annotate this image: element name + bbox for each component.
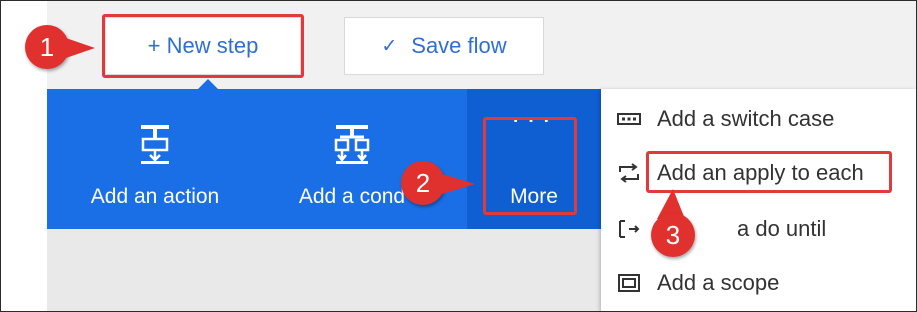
- switch-icon: [615, 113, 643, 125]
- loop-icon: [615, 163, 643, 183]
- scope-icon: [615, 274, 643, 292]
- menu-item-switch-case[interactable]: Add a switch case: [601, 93, 916, 145]
- screenshot-frame: + New step ✓ Save flow Add an action Add…: [0, 0, 917, 312]
- callout-number: 3: [665, 219, 681, 250]
- more-highlight: [483, 117, 577, 215]
- callout-arrow-1: [63, 37, 95, 59]
- more-menu: Add a switch case Add an apply to each a…: [601, 89, 916, 311]
- menu-item-label: Add a scope: [657, 270, 780, 295]
- new-step-highlight: [102, 14, 304, 78]
- action-bar: Add an action Add a cond: [47, 89, 467, 229]
- add-condition-label: Add a cond: [298, 185, 406, 208]
- save-flow-label: Save flow: [411, 33, 507, 58]
- do-until-icon: [615, 219, 643, 239]
- menu-item-scope[interactable]: Add a scope: [601, 257, 916, 309]
- add-condition-button[interactable]: Add a cond: [267, 89, 437, 229]
- add-action-icon: [137, 123, 173, 165]
- add-condition-icon: [332, 123, 372, 165]
- callout-arrow-2: [439, 173, 475, 195]
- callout-number: 2: [415, 167, 431, 198]
- dropdown-caret: [198, 79, 218, 89]
- check-icon: ✓: [381, 35, 398, 57]
- add-action-label: Add an action: [90, 185, 220, 208]
- add-action-button[interactable]: Add an action: [75, 89, 235, 229]
- callout-badge-3: 3: [651, 213, 695, 257]
- menu-item-do-until[interactable]: a do until: [601, 203, 916, 255]
- menu-item-label: a do until: [737, 216, 827, 241]
- callout-number: 1: [39, 31, 55, 62]
- menu-item-label: Add a switch case: [657, 106, 835, 131]
- save-flow-button[interactable]: ✓ Save flow: [344, 17, 544, 75]
